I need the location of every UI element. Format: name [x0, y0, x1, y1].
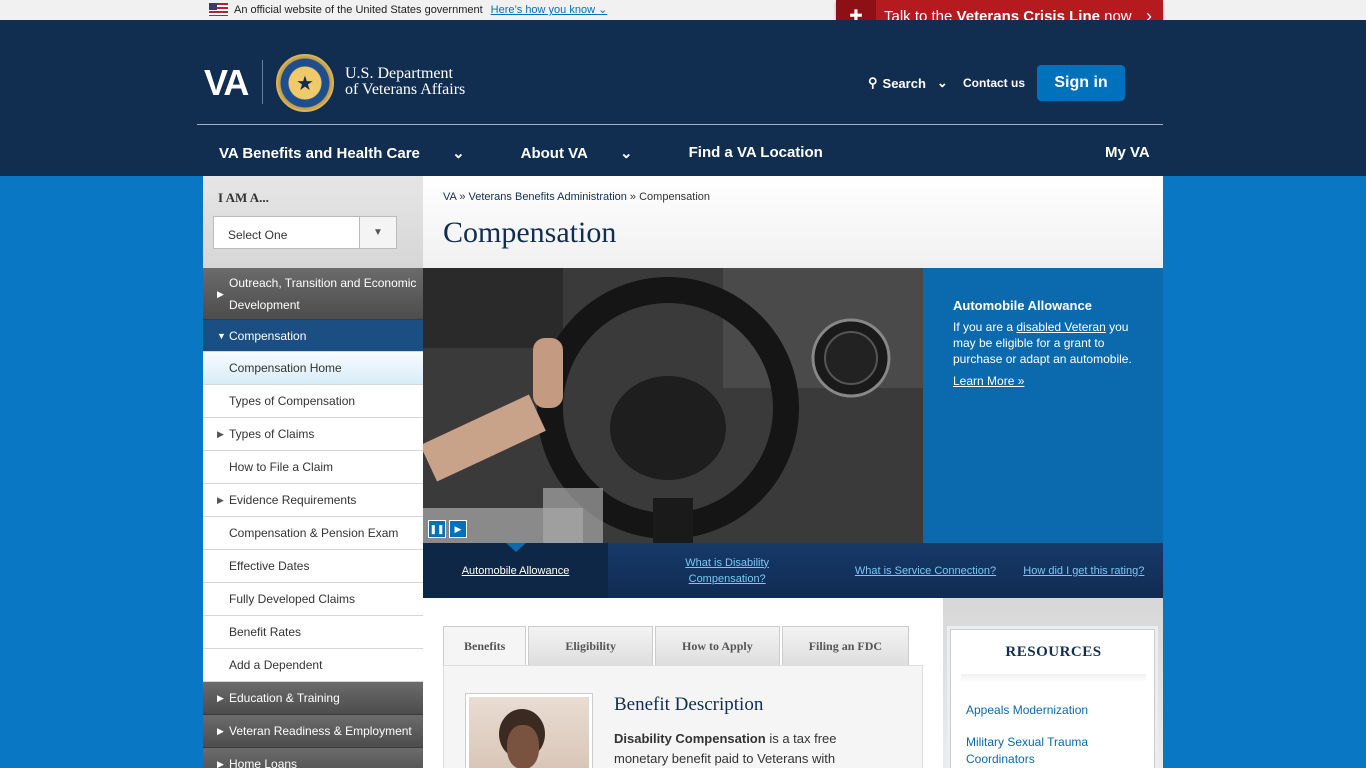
sidebar-item-benefit-rates[interactable]: Benefit Rates	[203, 616, 423, 649]
disabled-veteran-link[interactable]: disabled Veteran	[1016, 320, 1105, 334]
resources-title: RESOURCES	[1005, 644, 1102, 660]
sidebar-item-home-loans[interactable]: ▶ Home Loans	[203, 748, 423, 768]
caret-right-icon: ▶	[217, 288, 224, 299]
sidebar-item-evidence[interactable]: ▶ Evidence Requirements	[203, 484, 423, 517]
slide-tab-service-connection[interactable]: What is Service Connection?	[846, 543, 1004, 598]
caret-right-icon: ▶	[217, 758, 224, 768]
learn-more-link[interactable]: Learn More »	[953, 373, 1133, 389]
benefit-description-title: Benefit Description	[614, 694, 764, 715]
resource-link-appeals[interactable]: Appeals Modernization	[966, 702, 1088, 719]
slideshow-tabs: Automobile Allowance What is Disability …	[423, 543, 1163, 598]
caret-right-icon: ▶	[217, 494, 224, 505]
header-divider	[197, 124, 1163, 125]
sidebar-item-fdc[interactable]: Fully Developed Claims	[203, 583, 423, 616]
nav-my-va[interactable]: My VA	[1105, 144, 1150, 161]
chevron-down-icon: ⌄	[620, 145, 633, 162]
heres-how-you-know-link[interactable]: Here’s how you know ⌄	[491, 3, 608, 16]
site-header: VA ★ U.S. Department of Veterans Affairs…	[0, 20, 1366, 176]
chevron-down-icon: ⌄	[936, 75, 948, 90]
breadcrumb: VA » Veterans Benefits Administration » …	[443, 191, 711, 203]
sidebar-item-cp-exam[interactable]: Compensation & Pension Exam	[203, 517, 423, 550]
nav-about-va[interactable]: About VA ⌄	[521, 144, 661, 162]
slide-tab-disability-compensation[interactable]: What is Disability Compensation?	[608, 543, 846, 598]
sidebar-item-education[interactable]: ▶ Education & Training	[203, 682, 423, 715]
hero-caption: Automobile Allowance If you are a disabl…	[923, 268, 1163, 543]
sidebar-item-effective-dates[interactable]: Effective Dates	[203, 550, 423, 583]
official-banner-text: An official website of the United States…	[234, 3, 483, 16]
caret-right-icon: ▶	[217, 428, 224, 439]
resource-link-mst[interactable]: Military Sexual Trauma Coordinators	[966, 734, 1116, 768]
benefit-description-text: Disability Compensation is a tax free mo…	[614, 731, 837, 766]
department-name[interactable]: U.S. Department of Veterans Affairs	[345, 66, 465, 98]
benefits-content: Benefits Eligibility How to Apply Filing…	[423, 598, 943, 768]
search-button[interactable]: ⚲ Search ⌄	[868, 75, 948, 91]
tab-how-to-apply[interactable]: How to Apply	[655, 626, 780, 665]
play-icon[interactable]: ▶	[449, 520, 467, 538]
tab-panel: Benefit Description Disability Compensat…	[443, 665, 923, 768]
va-seal-icon[interactable]: ★	[276, 54, 334, 112]
caret-down-icon: ▼	[217, 330, 226, 341]
caret-right-icon: ▶	[217, 725, 224, 736]
tab-filing-fdc[interactable]: Filing an FDC	[781, 626, 910, 665]
breadcrumb-vba[interactable]: Veterans Benefits Administration	[469, 191, 627, 203]
sign-in-button[interactable]: Sign in	[1037, 65, 1125, 101]
sidebar-item-outreach[interactable]: ▶ Outreach, Transition and Economic Devel…	[203, 268, 423, 320]
sidebar: I AM A... Select One ▼ ▶ Outreach, Transi…	[203, 176, 423, 768]
search-icon: ⚲	[868, 75, 878, 90]
sidebar-item-add-dependent[interactable]: Add a Dependent	[203, 649, 423, 682]
tab-eligibility[interactable]: Eligibility	[528, 626, 654, 665]
role-select[interactable]: Select One ▼	[213, 216, 397, 249]
i-am-a-label: I AM A...	[218, 190, 269, 205]
slide-tab-automobile[interactable]: Automobile Allowance	[423, 543, 608, 598]
sidebar-item-compensation[interactable]: ▼ Compensation	[203, 320, 423, 352]
sidebar-item-types-of-claims[interactable]: ▶ Types of Claims	[203, 418, 423, 451]
slideshow-controls: ❚❚ ▶	[428, 520, 467, 538]
veteran-photo	[466, 694, 592, 768]
breadcrumb-current: Compensation	[639, 191, 711, 203]
resources-column: RESOURCES Appeals Modernization Military…	[943, 598, 1163, 768]
pause-icon[interactable]: ❚❚	[428, 520, 446, 538]
tab-benefits[interactable]: Benefits	[443, 626, 527, 665]
page-title: Compensation	[443, 216, 617, 249]
caret-right-icon: ▶	[217, 692, 224, 703]
chevron-down-icon: ⌄	[598, 4, 608, 16]
nav-benefits-health-care[interactable]: VA Benefits and Health Care ⌄	[219, 144, 493, 162]
sidebar-item-vre[interactable]: ▶ Veteran Readiness & Employment	[203, 715, 423, 748]
hero-image: ❚❚ ▶	[423, 268, 923, 543]
slide-tab-rating[interactable]: How did I get this rating?	[1005, 543, 1163, 598]
sidebar-item-types-of-compensation[interactable]: Types of Compensation	[203, 385, 423, 418]
breadcrumb-va[interactable]: VA	[443, 191, 456, 203]
i-am-a-section: I AM A... Select One ▼	[203, 176, 423, 268]
main-content: VA » Veterans Benefits Administration » …	[423, 176, 1163, 768]
va-logo[interactable]: VA	[204, 62, 249, 104]
steering-wheel-image	[423, 268, 923, 543]
main-nav: VA Benefits and Health Care ⌄ About VA ⌄…	[219, 144, 851, 162]
logo-divider	[262, 60, 263, 104]
resources-box: RESOURCES Appeals Modernization Military…	[950, 629, 1155, 768]
nav-find-location[interactable]: Find a VA Location	[689, 144, 823, 162]
us-flag-icon	[209, 3, 228, 16]
hero-title: Automobile Allowance	[953, 298, 1092, 313]
title-bar: VA » Veterans Benefits Administration » …	[423, 176, 1163, 268]
sidebar-item-compensation-home[interactable]: Compensation Home	[203, 352, 423, 385]
sidebar-item-how-to-file[interactable]: How to File a Claim	[203, 451, 423, 484]
dropdown-arrow-icon[interactable]: ▼	[359, 217, 396, 248]
chevron-down-icon: ⌄	[452, 145, 465, 162]
content-tabs: Benefits Eligibility How to Apply Filing…	[443, 626, 910, 665]
contact-us-link[interactable]: Contact us	[963, 76, 1025, 90]
